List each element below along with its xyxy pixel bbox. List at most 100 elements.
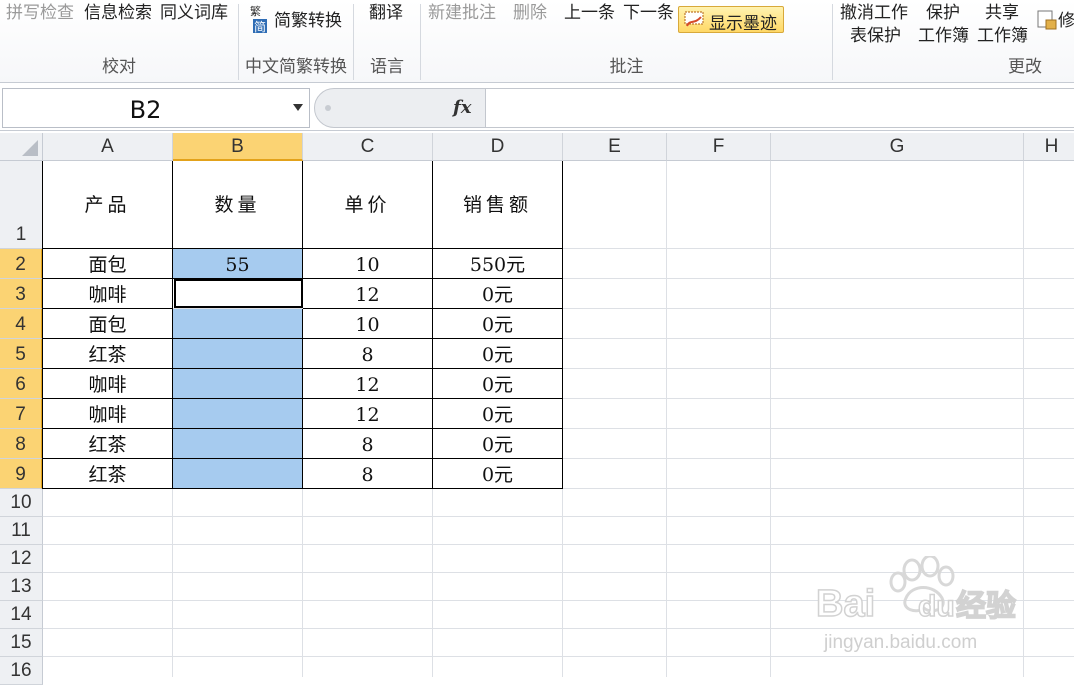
cell-text: 数量 [214, 194, 261, 216]
cell-d4[interactable]: 0元 [433, 309, 563, 339]
cell-c5[interactable]: 8 [303, 339, 433, 369]
row-header-13[interactable]: 13 [0, 573, 43, 601]
row-number: 14 [10, 604, 32, 625]
thesaurus-button[interactable]: 同义词库 [160, 2, 228, 24]
svg-text:简: 简 [254, 20, 266, 34]
row-header-16[interactable]: 16 [0, 657, 43, 685]
spell-check-button[interactable]: 拼写检查 [6, 2, 74, 24]
cell-a6[interactable]: 咖啡 [43, 369, 173, 399]
unprotect-sheet-label-2: 表保护 [850, 26, 901, 46]
next-comment-button[interactable]: 下一条 [623, 2, 674, 24]
column-header-e[interactable]: E [563, 133, 667, 161]
formula-input[interactable] [486, 88, 1074, 128]
cell-a4[interactable]: 面包 [43, 309, 173, 339]
row-header-12[interactable]: 12 [0, 545, 43, 573]
translate-button[interactable]: 翻译 [369, 2, 403, 24]
previous-comment-button[interactable]: 上一条 [564, 2, 615, 24]
name-box[interactable]: B2 [2, 88, 310, 128]
row-header-7[interactable]: 7 [0, 399, 43, 429]
cell-text: 咖啡 [88, 404, 127, 426]
unprotect-sheet-button[interactable]: 撤消工作 [840, 2, 908, 24]
cell-a9[interactable]: 红茶 [43, 459, 173, 489]
row-number: 7 [15, 404, 26, 425]
cell-b9[interactable] [173, 459, 303, 489]
row-header-11[interactable]: 11 [0, 517, 43, 545]
cell-b2[interactable]: 55 [173, 249, 303, 279]
cell-b3[interactable] [174, 279, 303, 308]
new-comment-button[interactable]: 新建批注 [428, 2, 496, 24]
cell-text: 12 [355, 284, 380, 306]
share-workbook-button[interactable]: 共享 [985, 2, 1019, 24]
cell-text: 0元 [481, 464, 514, 486]
column-header-a[interactable]: A [43, 133, 173, 161]
cell-d9[interactable]: 0元 [433, 459, 563, 489]
cell-c4[interactable]: 10 [303, 309, 433, 339]
row-header-1[interactable]: 1 [0, 161, 43, 249]
cell-c3[interactable]: 12 [303, 279, 433, 309]
chevron-down-icon[interactable] [293, 104, 303, 111]
cell-text: 0元 [481, 434, 514, 456]
group-label-proofing: 校对 [102, 57, 136, 77]
insert-function-icon[interactable]: fx [453, 97, 471, 118]
protect-workbook-button[interactable]: 保护 [926, 2, 960, 24]
cell-text: 产品 [84, 194, 131, 216]
traditional-chinese-icon[interactable]: 繁 简 [250, 5, 272, 35]
cell-text: 咖啡 [88, 374, 127, 396]
cell-text: 10 [355, 254, 380, 276]
delete-comment-button[interactable]: 删除 [513, 2, 547, 24]
cell-c1[interactable]: 单价 [303, 161, 433, 249]
column-header-c[interactable]: C [303, 133, 433, 161]
cell-a2[interactable]: 面包 [43, 249, 173, 279]
row-header-8[interactable]: 8 [0, 429, 43, 459]
simplified-traditional-convert-button[interactable]: 简繁转换 [274, 10, 342, 32]
protect-workbook-label-2: 工作簿 [918, 26, 969, 46]
cell-d5[interactable]: 0元 [433, 339, 563, 369]
cell-c8[interactable]: 8 [303, 429, 433, 459]
select-all-corner[interactable] [0, 133, 43, 161]
row-header-5[interactable]: 5 [0, 339, 43, 369]
cell-text: 0元 [481, 404, 514, 426]
row-header-14[interactable]: 14 [0, 601, 43, 629]
column-header-h[interactable]: H [1024, 133, 1074, 161]
cell-c6[interactable]: 12 [303, 369, 433, 399]
column-header-f[interactable]: F [667, 133, 771, 161]
cell-text: 12 [355, 404, 380, 426]
column-header-b[interactable]: B [173, 133, 303, 161]
cell-b7[interactable] [173, 399, 303, 429]
cell-c7[interactable]: 12 [303, 399, 433, 429]
column-header-d[interactable]: D [433, 133, 563, 161]
show-ink-button[interactable]: 显示墨迹 [678, 6, 784, 34]
cell-c2[interactable]: 10 [303, 249, 433, 279]
cell-text: 面包 [88, 314, 127, 336]
cell-text: 8 [361, 434, 374, 456]
column-header-g[interactable]: G [771, 133, 1024, 161]
cell-b1[interactable]: 数量 [173, 161, 303, 249]
row-header-9[interactable]: 9 [0, 459, 43, 489]
cell-b8[interactable] [173, 429, 303, 459]
cell-d8[interactable]: 0元 [433, 429, 563, 459]
cell-a5[interactable]: 红茶 [43, 339, 173, 369]
cell-d7[interactable]: 0元 [433, 399, 563, 429]
cell-d6[interactable]: 0元 [433, 369, 563, 399]
row-header-15[interactable]: 15 [0, 629, 43, 657]
research-button[interactable]: 信息检索 [84, 2, 152, 24]
row-number: 15 [10, 632, 32, 653]
row-header-3[interactable]: 3 [0, 279, 43, 309]
cell-a1[interactable]: 产品 [43, 161, 173, 249]
cell-a8[interactable]: 红茶 [43, 429, 173, 459]
cell-b4[interactable] [173, 309, 303, 339]
cell-b5[interactable] [173, 339, 303, 369]
cell-c9[interactable]: 8 [303, 459, 433, 489]
gridline [43, 516, 1074, 517]
cell-d1[interactable]: 销售额 [433, 161, 563, 249]
row-header-6[interactable]: 6 [0, 369, 43, 399]
row-header-4[interactable]: 4 [0, 309, 43, 339]
cell-a7[interactable]: 咖啡 [43, 399, 173, 429]
allow-edit-ranges-icon[interactable] [1036, 8, 1058, 32]
cell-a3[interactable]: 咖啡 [43, 279, 173, 309]
cell-d3[interactable]: 0元 [433, 279, 563, 309]
cell-d2[interactable]: 550元 [433, 249, 563, 279]
row-header-2[interactable]: 2 [0, 249, 43, 279]
row-header-10[interactable]: 10 [0, 489, 43, 517]
cell-b6[interactable] [173, 369, 303, 399]
